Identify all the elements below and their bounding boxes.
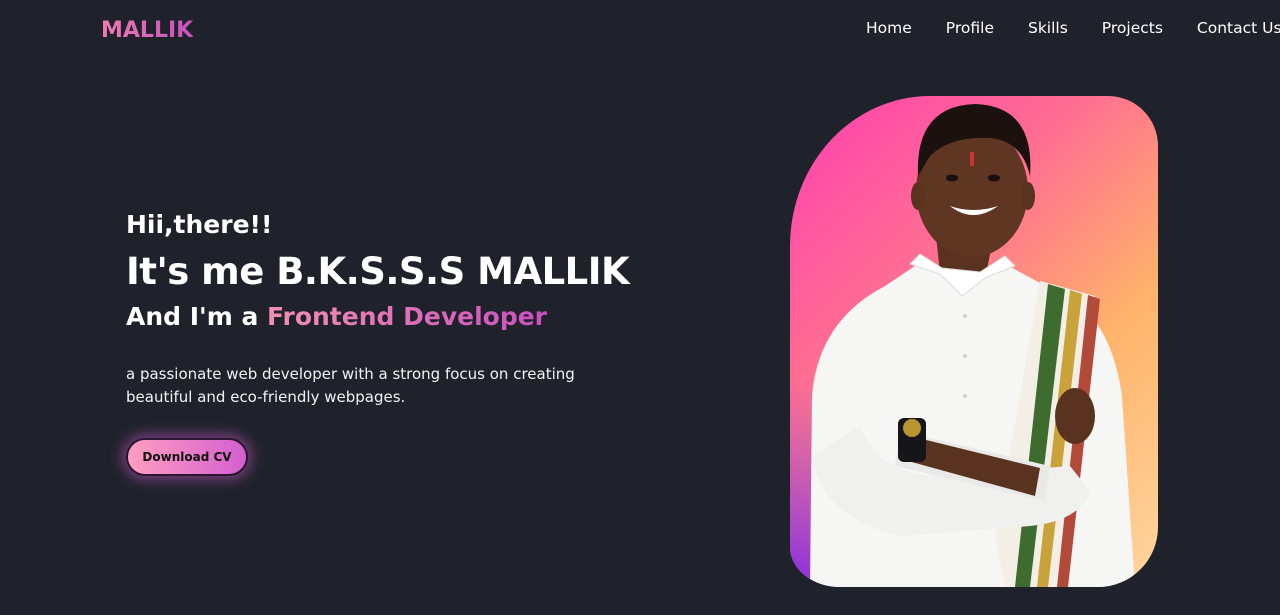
main-nav: Home Profile Skills Projects Contact Us <box>866 19 1280 37</box>
role-accent: Frontend Developer <box>267 302 547 331</box>
hero-name: It's me B.K.S.S.S MALLIK <box>126 250 630 293</box>
nav-contact-us[interactable]: Contact Us <box>1197 19 1280 37</box>
portfolio-page: MALLIK Home Profile Skills Projects Cont… <box>0 0 1280 615</box>
nav-home[interactable]: Home <box>866 19 912 37</box>
hero-description: a passionate web developer with a strong… <box>126 365 575 406</box>
nav-skills[interactable]: Skills <box>1028 19 1068 37</box>
site-logo[interactable]: MALLIK <box>101 18 193 43</box>
hero-greeting: Hii,there!! <box>126 210 273 239</box>
nav-profile[interactable]: Profile <box>946 19 994 37</box>
hero-role: And I'm a Frontend Developer <box>126 300 646 334</box>
download-cv-button[interactable]: Download CV <box>126 438 248 476</box>
hero-section: Hii,there!! It's me B.K.S.S.S MALLIK And… <box>126 208 646 476</box>
profile-photo <box>790 96 1158 587</box>
person-illustration <box>810 104 1135 587</box>
nav-projects[interactable]: Projects <box>1102 19 1163 37</box>
role-prefix: And I'm a <box>126 302 268 331</box>
